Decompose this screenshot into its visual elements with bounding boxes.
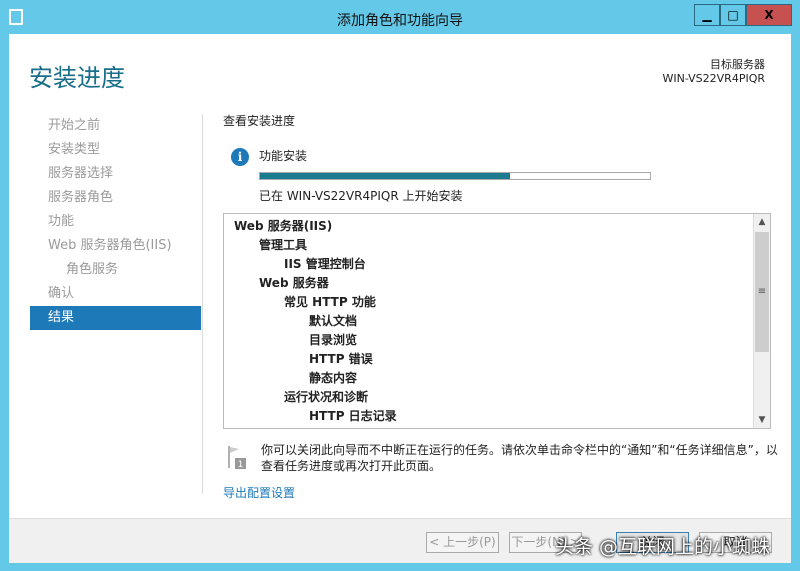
feature-list-item: Web 服务器 xyxy=(259,276,329,290)
nav-item-results[interactable]: 结果 xyxy=(30,306,201,330)
previous-button[interactable]: < 上一步(P) xyxy=(426,532,499,553)
progress-bar xyxy=(259,172,651,180)
main-panel: 查看安装进度 i 功能安装 已在 WIN-VS22VR4PIQR 上开始安装 W… xyxy=(223,112,778,500)
progress-fill xyxy=(260,173,510,179)
note-text: 你可以关闭此向导而不中断正在运行的任务。请依次单击命令栏中的“通知”和“任务详细… xyxy=(261,443,778,473)
watermark: 头条 @互联网上的小蜘蛛 xyxy=(555,536,771,558)
section-title: 查看安装进度 xyxy=(223,114,296,128)
feature-list-item: 常见 HTTP 功能 xyxy=(284,295,376,309)
feature-list-item: 管理工具 xyxy=(259,238,308,252)
nav-item-installation-type[interactable]: 安装类型 xyxy=(30,138,201,162)
wizard-body: 安装进度 目标服务器 WIN-VS22VR4PIQR 开始之前 安装类型 服务器… xyxy=(9,34,791,563)
nav-item-server-selection[interactable]: 服务器选择 xyxy=(30,162,201,186)
feature-installation-label: 功能安装 xyxy=(259,149,308,163)
feature-list-item: HTTP 日志记录 xyxy=(309,409,397,423)
info-icon: i xyxy=(231,148,249,166)
target-server-label: 目标服务器 xyxy=(710,58,765,71)
scroll-up-icon[interactable]: ▲ xyxy=(754,214,770,230)
nav-item-before-you-begin[interactable]: 开始之前 xyxy=(30,114,201,138)
nav-item-features[interactable]: 功能 xyxy=(30,210,201,234)
wizard-nav: 开始之前 安装类型 服务器选择 服务器角色 功能 Web 服务器角色(IIS) … xyxy=(30,114,201,330)
feature-list-item: HTTP 错误 xyxy=(309,352,373,366)
feature-list-item: 目录浏览 xyxy=(309,333,358,347)
flag-icon: 1 xyxy=(228,446,246,470)
feature-list-item: Web 服务器(IIS) xyxy=(234,219,333,233)
scroll-down-icon[interactable]: ▼ xyxy=(754,412,770,428)
scrollbar[interactable]: ▲ ≡ ▼ xyxy=(753,214,770,428)
feature-list: Web 服务器(IIS) 管理工具 IIS 管理控制台 Web 服务器常见 HTTP … xyxy=(223,213,771,429)
feature-list-item: 运行状况和诊断 xyxy=(284,390,369,404)
target-server: 目标服务器 WIN-VS22VR4PIQR xyxy=(662,58,765,86)
nav-item-role-services[interactable]: 角色服务 xyxy=(30,258,201,282)
close-window-button[interactable]: X xyxy=(746,4,792,26)
export-config-link[interactable]: 导出配置设置 xyxy=(223,484,295,501)
badge-number: 1 xyxy=(238,460,244,470)
scroll-thumb[interactable]: ≡ xyxy=(755,232,769,352)
nav-item-web-server-role[interactable]: Web 服务器角色(IIS) xyxy=(30,234,201,258)
install-status: 已在 WIN-VS22VR4PIQR 上开始安装 xyxy=(259,189,463,203)
title-bar: 添加角色和功能向导 ▁ □ X xyxy=(0,0,800,34)
window-title: 添加角色和功能向导 xyxy=(337,13,463,29)
feature-list-item: 默认文档 xyxy=(309,314,358,328)
nav-item-confirmation[interactable]: 确认 xyxy=(30,282,201,306)
nav-item-server-roles[interactable]: 服务器角色 xyxy=(30,186,201,210)
feature-list-item: 静态内容 xyxy=(309,371,358,385)
divider xyxy=(202,114,203,494)
minimize-button[interactable]: ▁ xyxy=(694,4,720,26)
feature-list-item: IIS 管理控制台 xyxy=(284,257,366,271)
page-title: 安装进度 xyxy=(29,64,125,92)
target-server-name: WIN-VS22VR4PIQR xyxy=(662,72,765,85)
maximize-button[interactable]: □ xyxy=(720,4,746,26)
